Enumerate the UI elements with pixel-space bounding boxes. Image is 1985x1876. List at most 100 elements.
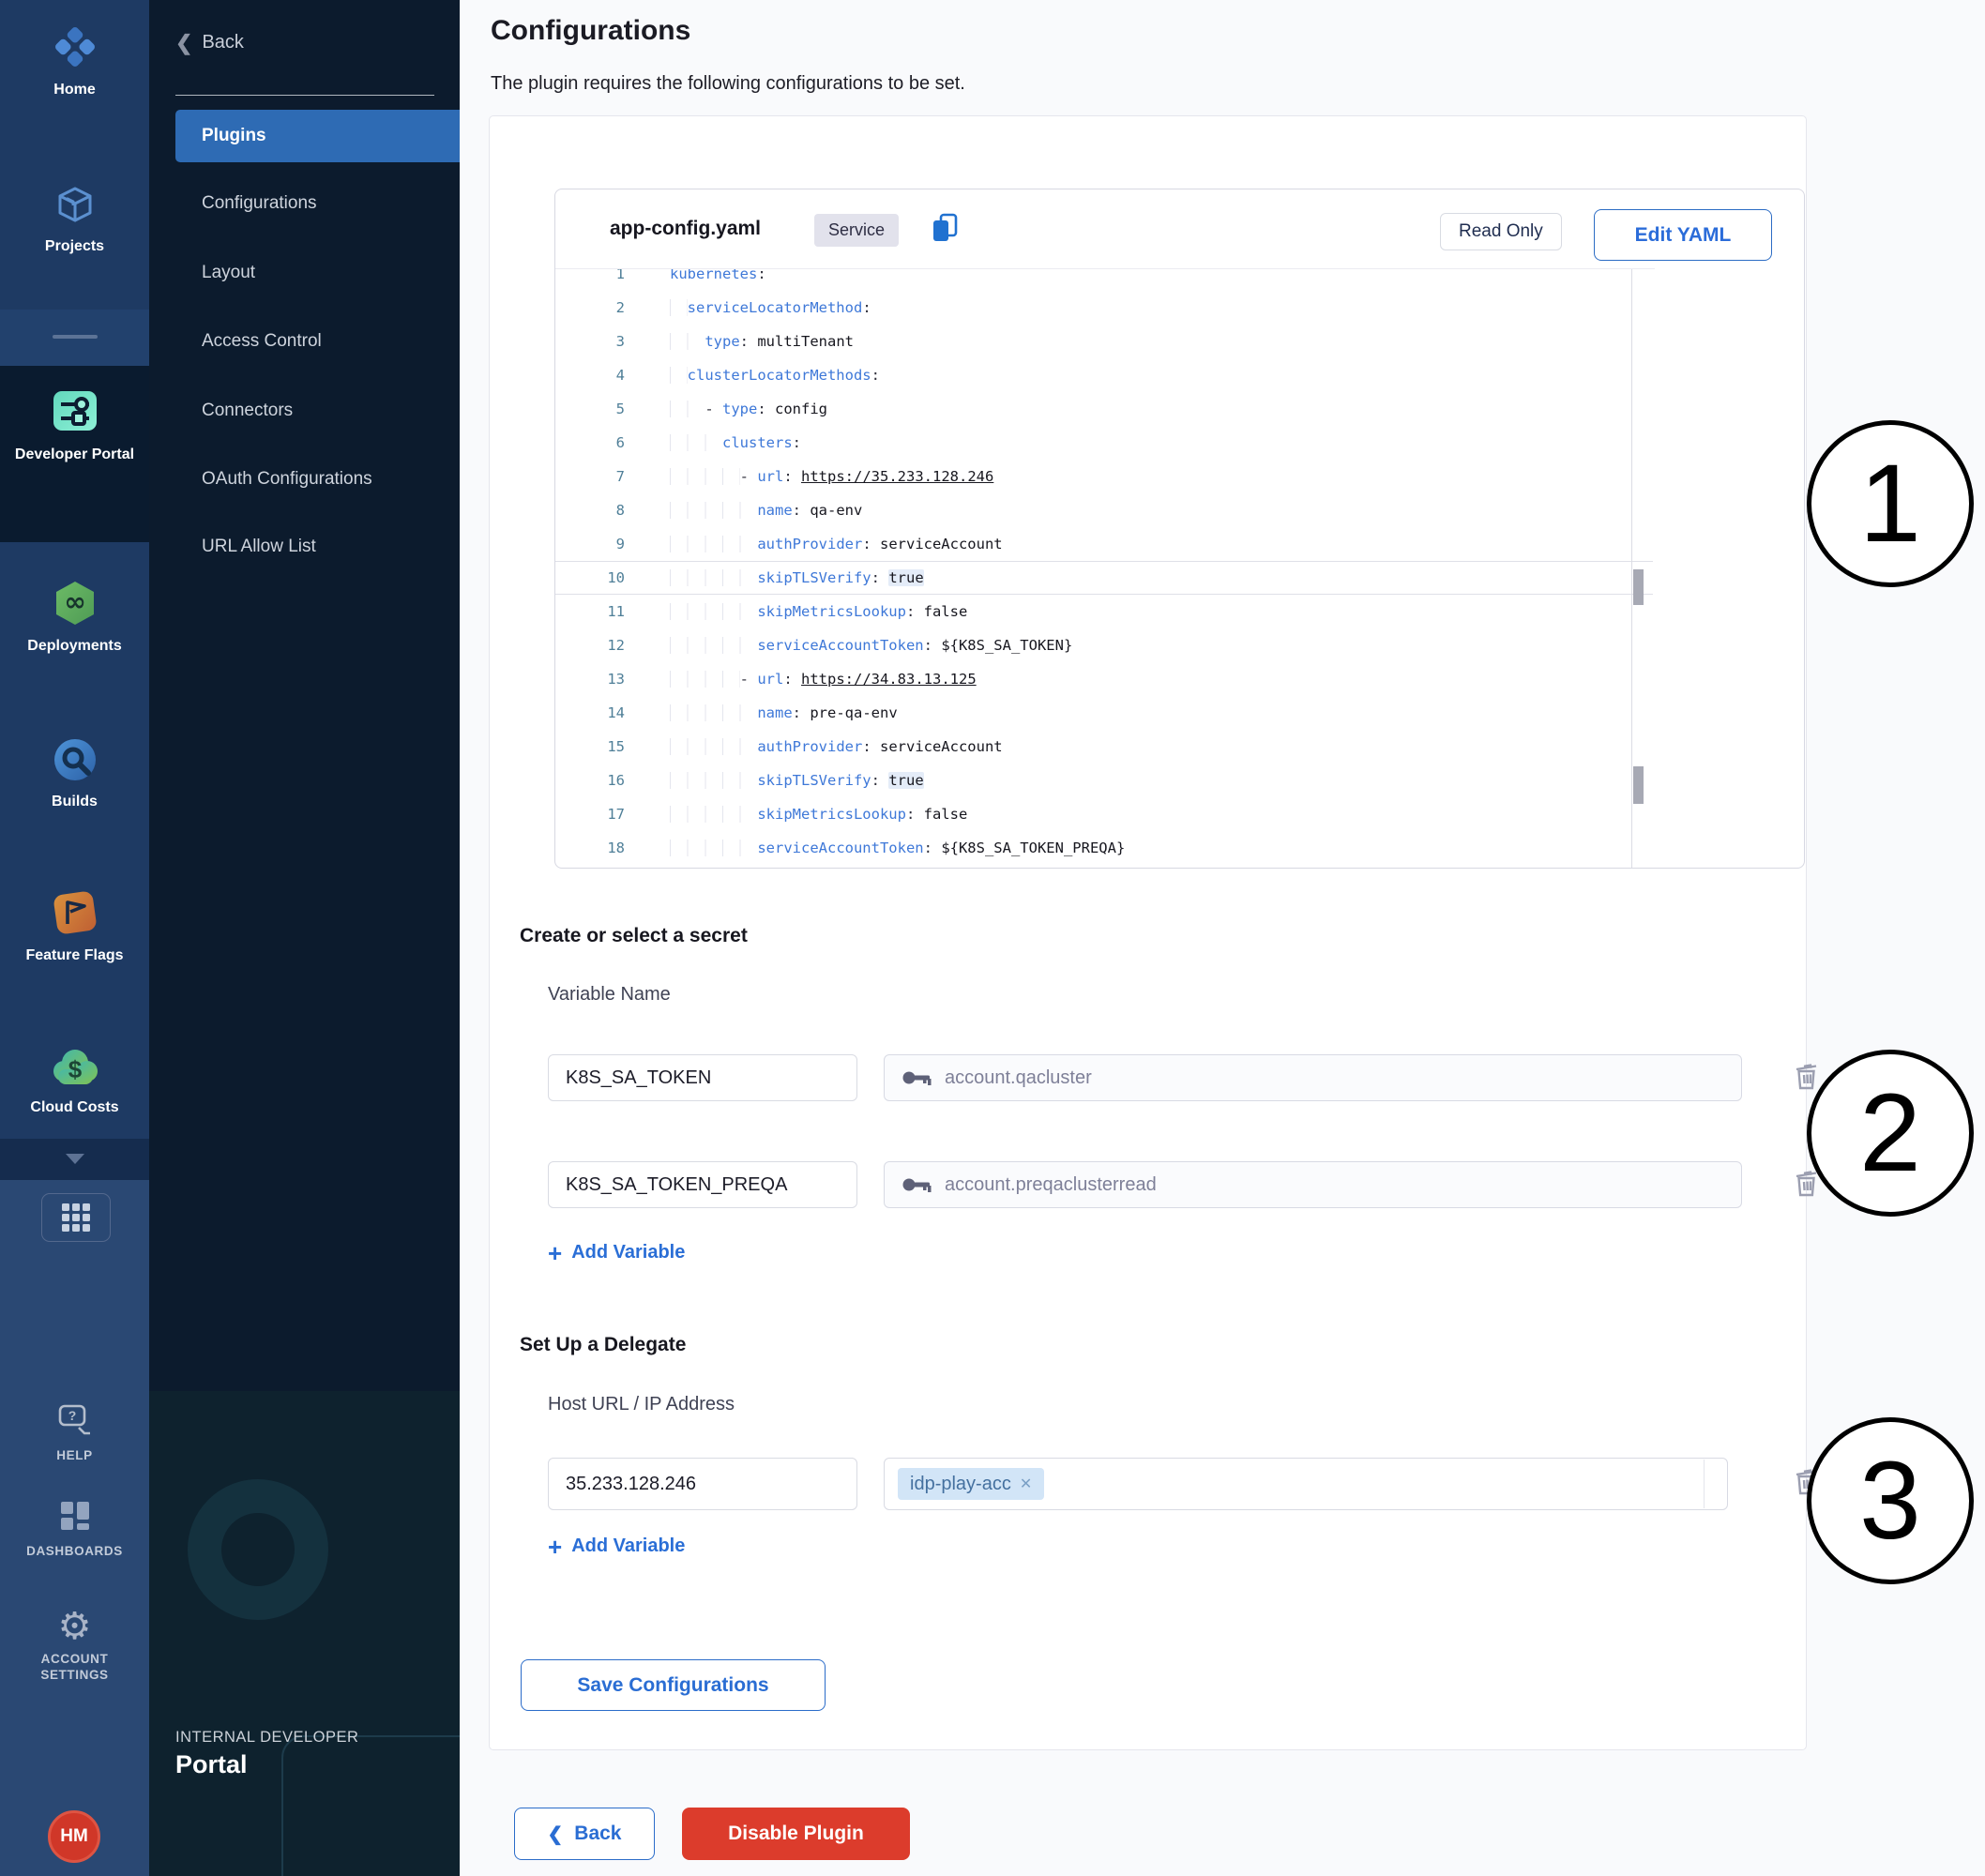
code-text: serviceLocatorMethod: [625, 299, 871, 316]
subnav-item-configurations[interactable]: Configurations [202, 193, 317, 214]
save-configurations-button[interactable]: Save Configurations [521, 1659, 826, 1711]
plus-icon: + [548, 1536, 562, 1557]
subnav-item-layout[interactable]: Layout [202, 263, 255, 283]
svg-text:∞: ∞ [64, 586, 85, 617]
yaml-code-viewport[interactable]: 1kubernetes:2 serviceLocatorMethod:3 typ… [555, 268, 1655, 869]
yaml-filename: app-config.yaml [610, 218, 761, 240]
code-line-12: 12 serviceAccountToken: ${K8S_SA_TOKEN} [555, 628, 1655, 662]
code-text: type: multiTenant [625, 333, 854, 350]
avatar-initials: HM [60, 1826, 88, 1847]
variable-name-input[interactable] [548, 1054, 857, 1101]
svg-text:?: ? [68, 1408, 76, 1423]
code-lines: 1kubernetes:2 serviceLocatorMethod:3 typ… [555, 268, 1655, 865]
secret-selector[interactable]: account.qacluster [884, 1054, 1742, 1101]
sidebar-item-label: ACCOUNT SETTINGS [0, 1651, 149, 1683]
code-text: - type: config [625, 401, 827, 417]
plugin-subnav: ❮ Back Plugins Configurations Layout Acc… [149, 0, 460, 1876]
trash-icon [1792, 1060, 1822, 1094]
subnav-item-label: Configurations [202, 193, 317, 213]
sidebar-item-cloud-costs[interactable]: $ Cloud Costs [0, 1045, 149, 1116]
line-number: 3 [555, 325, 625, 358]
annotation-circle-2: 2 [1807, 1050, 1974, 1217]
back-link-label: Back [202, 32, 243, 53]
subnav-item-plugins[interactable]: Plugins [175, 110, 460, 162]
code-line-9: 9 authProvider: serviceAccount [555, 527, 1655, 561]
module-picker-button[interactable] [41, 1193, 111, 1242]
decorative-rounded-square [281, 1735, 460, 1876]
nav-collapse-handle[interactable] [53, 335, 98, 339]
variable-name-input[interactable] [548, 1161, 857, 1208]
configurations-card: app-config.yaml Service Read Only Edit Y… [489, 115, 1807, 1750]
yaml-editor-card: app-config.yaml Service Read Only Edit Y… [554, 189, 1805, 869]
sidebar-item-account-settings[interactable]: ⚙ ACCOUNT SETTINGS [0, 1608, 149, 1683]
subnav-item-connectors[interactable]: Connectors [202, 401, 293, 421]
subnav-item-label: Plugins [175, 126, 266, 146]
subnav-item-label: Layout [202, 263, 255, 282]
line-number: 16 [555, 764, 625, 797]
help-chat-icon: ? [56, 1403, 94, 1442]
secret-selector[interactable]: account.preqaclusterread [884, 1161, 1742, 1208]
code-text: skipMetricsLookup: false [625, 603, 967, 620]
code-line-1: 1kubernetes: [555, 268, 1655, 291]
code-text: - url: https://35.233.128.246 [625, 468, 993, 485]
delegate-tag-label: idp-play-acc [910, 1474, 1011, 1495]
host-url-input[interactable] [548, 1458, 857, 1510]
code-line-14: 14 name: pre-qa-env [555, 696, 1655, 730]
dashboards-icon [58, 1499, 92, 1537]
app-root: Home Projects Developer Portal ∞ Deploym… [0, 0, 1985, 1876]
code-text: - url: https://34.83.13.125 [625, 671, 977, 688]
annotation-circle-3: 3 [1807, 1417, 1974, 1584]
sidebar-item-label: Projects [0, 237, 149, 255]
sidebar-item-deployments[interactable]: ∞ Deployments [0, 580, 149, 655]
line-number: 12 [555, 628, 625, 662]
sidebar-item-builds[interactable]: Builds [0, 737, 149, 810]
subnav-item-label: Connectors [202, 401, 293, 420]
copy-icon[interactable] [931, 212, 959, 249]
code-line-8: 8 name: qa-env [555, 493, 1655, 527]
add-variable-link[interactable]: + Add Variable [548, 1242, 685, 1263]
sidebar-item-label: Builds [0, 793, 149, 810]
sidebar-item-label: Deployments [0, 637, 149, 655]
service-badge: Service [814, 214, 899, 247]
sidebar-item-dashboards[interactable]: DASHBOARDS [0, 1499, 149, 1559]
code-text: name: pre-qa-env [625, 704, 898, 721]
sidebar-item-help[interactable]: ? HELP [0, 1403, 149, 1463]
back-button[interactable]: ❮ Back [514, 1808, 655, 1860]
product-title: Portal [175, 1750, 248, 1779]
back-link[interactable]: ❮ Back [175, 32, 244, 53]
sidebar-item-label: Cloud Costs [0, 1098, 149, 1116]
grid-icon [62, 1203, 90, 1232]
variable-name-label: Variable Name [548, 984, 671, 1006]
user-avatar[interactable]: HM [48, 1810, 100, 1863]
sidebar-item-developer-portal[interactable]: Developer Portal [0, 386, 149, 463]
page-subtitle: The plugin requires the following config… [491, 73, 965, 95]
line-number: 13 [555, 662, 625, 696]
add-variable-link[interactable]: + Add Variable [548, 1536, 685, 1557]
page-title: Configurations [491, 15, 690, 47]
subnav-item-access-control[interactable]: Access Control [202, 331, 322, 352]
sidebar-item-feature-flags[interactable]: Feature Flags [0, 889, 149, 964]
nav-more-band[interactable] [0, 1139, 149, 1180]
harness-logo-icon [52, 23, 98, 75]
code-text: skipTLSVerify: true [625, 569, 924, 586]
sidebar-item-projects[interactable]: Projects [0, 184, 149, 255]
delegate-tags-input[interactable]: idp-play-acc ✕ [884, 1458, 1728, 1510]
secret-section-title: Create or select a secret [520, 925, 748, 947]
annotation-number: 2 [1859, 1069, 1921, 1197]
disable-plugin-button[interactable]: Disable Plugin [682, 1808, 910, 1860]
key-icon [902, 1069, 932, 1086]
line-number: 11 [555, 595, 625, 628]
edit-yaml-button[interactable]: Edit YAML [1594, 209, 1772, 261]
subnav-footer-decoration [149, 1391, 460, 1876]
code-text: skipMetricsLookup: false [625, 806, 967, 823]
subnav-item-url-allow-list[interactable]: URL Allow List [202, 537, 316, 557]
subnav-item-oauth-configurations[interactable]: OAuth Configurations [202, 469, 372, 490]
host-url-label: Host URL / IP Address [548, 1394, 735, 1415]
code-line-10: 10 skipTLSVerify: true [555, 561, 1655, 595]
sidebar-item-home[interactable]: Home [0, 23, 149, 98]
line-number: 9 [555, 527, 625, 561]
code-text: serviceAccountToken: ${K8S_SA_TOKEN} [625, 637, 1072, 654]
subnav-divider [175, 95, 434, 96]
sidebar-item-label: Feature Flags [0, 946, 149, 964]
remove-tag-icon[interactable]: ✕ [1020, 1475, 1032, 1493]
